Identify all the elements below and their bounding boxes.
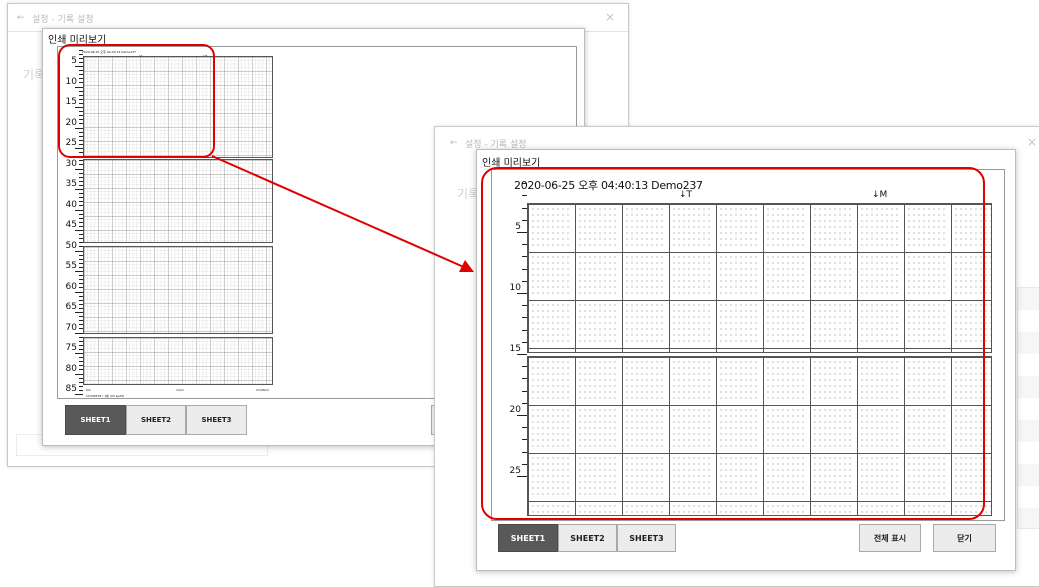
zoom-arrow bbox=[211, 155, 474, 272]
